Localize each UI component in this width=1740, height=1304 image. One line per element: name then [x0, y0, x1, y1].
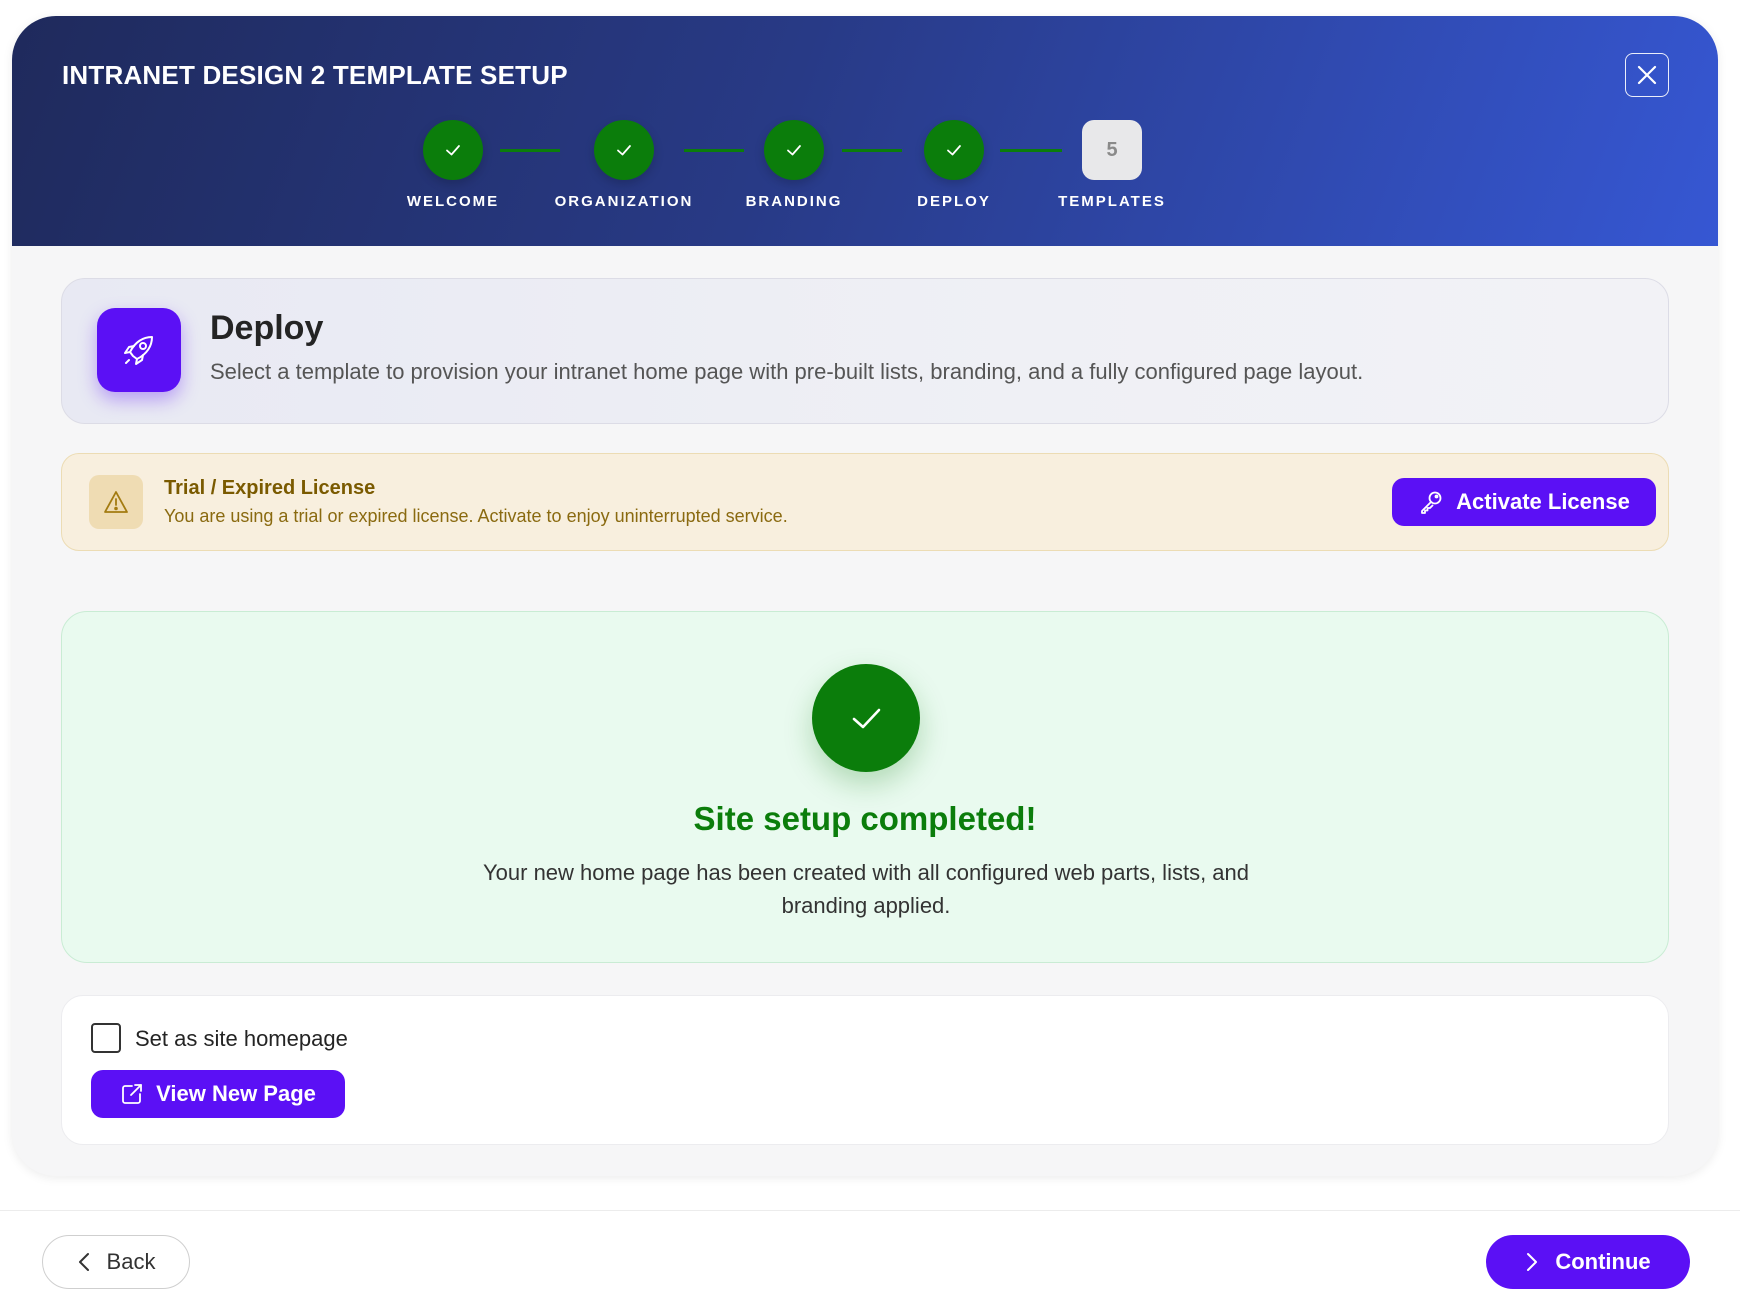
continue-label: Continue: [1555, 1249, 1651, 1274]
back-label: Back: [106, 1249, 156, 1274]
wizard-footer: Back Continue: [0, 1210, 1740, 1304]
step-label-welcome: WELCOME: [406, 193, 500, 210]
external-link-icon: [122, 1084, 143, 1104]
continue-button[interactable]: Continue: [1486, 1235, 1690, 1289]
step-deploy[interactable]: [924, 120, 984, 180]
success-description: Your new home page has been created with…: [483, 860, 1249, 918]
view-new-page-label: View New Page: [156, 1081, 316, 1106]
dialog-header: INTRANET DESIGN 2 TEMPLATE SETUP 5 WELCO…: [12, 16, 1718, 246]
check-icon: [787, 145, 801, 156]
step-branding[interactable]: [764, 120, 824, 180]
step-connector: [1000, 149, 1062, 152]
license-description: You are using a trial or expired license…: [164, 506, 788, 526]
close-icon: [1637, 65, 1657, 85]
step-connector: [842, 149, 902, 152]
license-warning-banner: Trial / Expired License You are using a …: [61, 453, 1669, 551]
homepage-checkbox[interactable]: [91, 1023, 121, 1053]
setup-dialog: INTRANET DESIGN 2 TEMPLATE SETUP 5 WELCO…: [12, 16, 1718, 1176]
section-description: Select a template to provision your intr…: [210, 359, 1364, 384]
key-icon: [1421, 491, 1442, 514]
chevron-left-icon: [78, 1253, 89, 1271]
homepage-checkbox-label[interactable]: Set as site homepage: [135, 1026, 348, 1052]
success-title: Site setup completed!: [693, 800, 1037, 837]
actions-card: Set as site homepage View New Page: [61, 995, 1669, 1145]
activate-license-label: Activate License: [1456, 489, 1630, 514]
activate-license-button[interactable]: Activate License: [1392, 478, 1656, 526]
step-label-templates: TEMPLATES: [1058, 193, 1166, 210]
check-icon: [947, 145, 961, 156]
step-templates[interactable]: 5: [1082, 120, 1142, 180]
check-icon: [617, 145, 631, 156]
check-icon: [446, 145, 460, 156]
chevron-right-icon: [1527, 1253, 1538, 1271]
step-connector: [500, 149, 560, 152]
section-title: Deploy: [210, 309, 324, 347]
close-button[interactable]: [1625, 53, 1669, 97]
step-connector: [684, 149, 744, 152]
step-organization[interactable]: [594, 120, 654, 180]
success-check-icon: [812, 664, 920, 772]
dialog-title: INTRANET DESIGN 2 TEMPLATE SETUP: [62, 60, 568, 90]
view-new-page-button[interactable]: View New Page: [91, 1070, 345, 1118]
step-welcome[interactable]: [423, 120, 483, 180]
back-button[interactable]: Back: [42, 1235, 190, 1289]
warning-icon: [89, 475, 143, 529]
step-number: 5: [1106, 138, 1118, 161]
rocket-icon: [97, 308, 181, 392]
deploy-info-card: Deploy Select a template to provision yo…: [61, 278, 1669, 424]
success-card: Site setup completed! Your new home page…: [61, 611, 1669, 963]
license-title: Trial / Expired License: [164, 477, 376, 499]
